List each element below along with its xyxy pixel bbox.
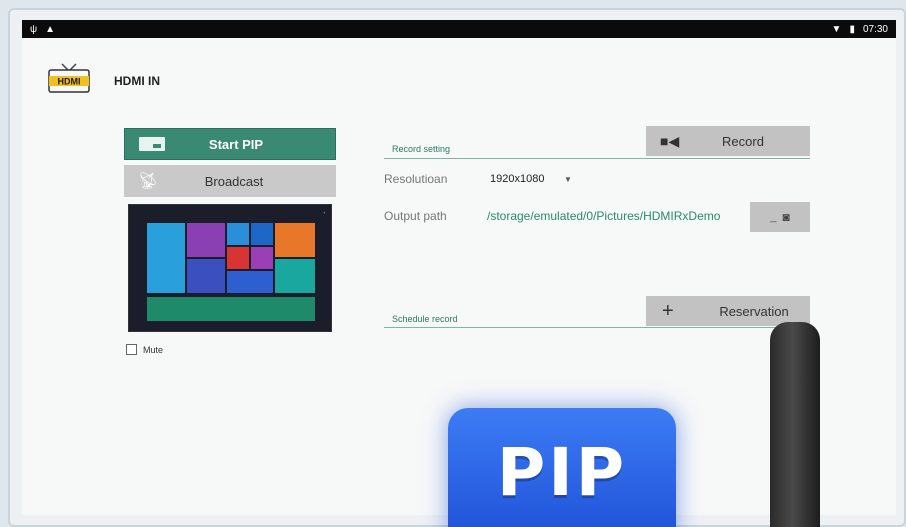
record-button[interactable]: ■◀ Record — [646, 126, 810, 156]
warning-icon: ▲ — [45, 23, 56, 35]
preview-tile — [227, 271, 273, 293]
plus-icon: + — [662, 299, 674, 322]
preview-tile — [275, 259, 315, 293]
reservation-label: Reservation — [719, 303, 789, 319]
broadcast-label: Broadcast — [204, 173, 264, 189]
preview-tile — [251, 223, 273, 245]
preview-tile — [251, 247, 273, 269]
broadcast-button[interactable]: 📡︎ Broadcast — [124, 165, 336, 197]
preview-tile — [187, 223, 225, 257]
status-time: 07:30 — [862, 23, 888, 35]
output-path-label: Output path — [384, 209, 447, 223]
hdmi-preview: ▪ — [128, 204, 332, 332]
app-title: HDMI IN — [114, 74, 160, 88]
satellite-icon: 📡︎ — [138, 173, 159, 190]
record-label: Record — [722, 133, 764, 149]
remote-control-image — [770, 322, 820, 527]
preview-tile — [275, 223, 315, 257]
usb-icon: ψ — [30, 23, 38, 35]
camera-folder-icon: ◙ — [782, 210, 790, 224]
folder-button-prefix: _ — [770, 211, 777, 223]
record-setting-label: Record setting — [392, 144, 451, 154]
battery-icon: ▮ — [849, 23, 855, 35]
preview-dock — [147, 297, 315, 321]
choose-folder-button[interactable]: _ ◙ — [750, 202, 810, 232]
chevron-down-icon[interactable]: ▼ — [564, 175, 572, 184]
preview-tile — [227, 223, 249, 245]
status-bar: ψ ▲ ▼ ▮ 07:30 — [22, 20, 896, 38]
schedule-record-divider — [384, 327, 810, 328]
hdmi-logo: HDMI — [48, 63, 90, 93]
pip-badge-text: PIP — [496, 434, 628, 511]
output-path-value: /storage/emulated/0/Pictures/HDMIRxDemo — [487, 209, 721, 223]
resolution-select[interactable]: 1920x1080 — [490, 173, 544, 185]
camera-icon: ■◀ — [660, 132, 680, 149]
mute-checkbox[interactable]: Mute — [126, 344, 163, 355]
start-pip-label: Start PIP — [208, 136, 264, 152]
mute-checkbox-box[interactable] — [126, 344, 137, 355]
record-setting-divider — [384, 158, 810, 159]
start-pip-button[interactable]: Start PIP — [124, 128, 336, 160]
resolution-label: Resolutioan — [384, 172, 448, 186]
preview-clock-icon: ▪ — [323, 210, 325, 215]
preview-tile — [227, 247, 249, 269]
preview-tile — [187, 259, 225, 293]
mute-label: Mute — [143, 344, 164, 355]
wifi-icon: ▼ — [831, 23, 842, 35]
preview-tile — [147, 223, 185, 293]
pip-icon — [139, 137, 165, 151]
pip-badge: PIP — [448, 408, 676, 527]
logo-text: HDMI — [58, 77, 81, 87]
schedule-record-label: Schedule record — [392, 314, 458, 324]
